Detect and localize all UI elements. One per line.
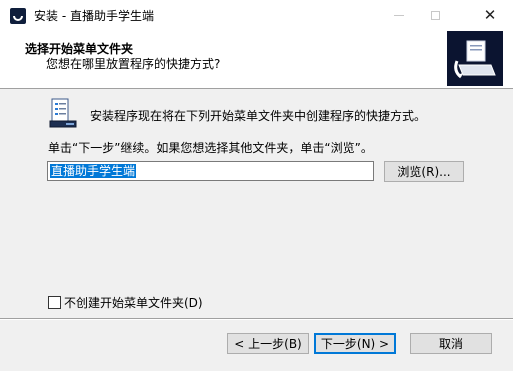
start-menu-folder-icon — [48, 97, 80, 129]
installer-window: 安装 - 直播助手学生端 ✕ 选择开始菜单文件夹 您想在哪里放置程序的快捷方式? — [0, 0, 513, 371]
no-start-menu-folder-option[interactable]: 不创建开始菜单文件夹(D) — [48, 294, 203, 311]
footer-divider — [0, 318, 513, 320]
close-icon: ✕ — [483, 6, 497, 24]
browse-button[interactable]: 浏览(R)... — [384, 161, 464, 182]
minimize-icon — [394, 15, 404, 16]
start-menu-folder-input[interactable] — [47, 161, 374, 181]
maximize-button[interactable] — [412, 0, 458, 31]
info-text: 安装程序现在将在下列开始菜单文件夹中创建程序的快捷方式。 — [90, 109, 427, 123]
close-button[interactable]: ✕ — [467, 0, 513, 31]
title-bar[interactable]: 安装 - 直播助手学生端 ✕ — [0, 0, 513, 31]
no-start-menu-folder-label: 不创建开始菜单文件夹(D) — [64, 296, 203, 310]
app-icon — [10, 7, 26, 24]
installer-logo-icon — [447, 31, 503, 86]
cancel-button[interactable]: 取消 — [410, 333, 492, 354]
page-subtitle: 您想在哪里放置程序的快捷方式? — [46, 57, 221, 71]
wizard-header: 选择开始菜单文件夹 您想在哪里放置程序的快捷方式? — [0, 31, 513, 89]
next-button[interactable]: 下一步(N) > — [314, 333, 396, 354]
back-button[interactable]: < 上一步(B) — [227, 333, 309, 354]
no-start-menu-folder-checkbox[interactable] — [48, 296, 61, 309]
instruction-text: 单击“下一步”继续。如果您想选择其他文件夹，单击“浏览”。 — [48, 141, 373, 155]
window-title: 安装 - 直播助手学生端 — [34, 9, 154, 23]
maximize-icon — [430, 11, 440, 20]
